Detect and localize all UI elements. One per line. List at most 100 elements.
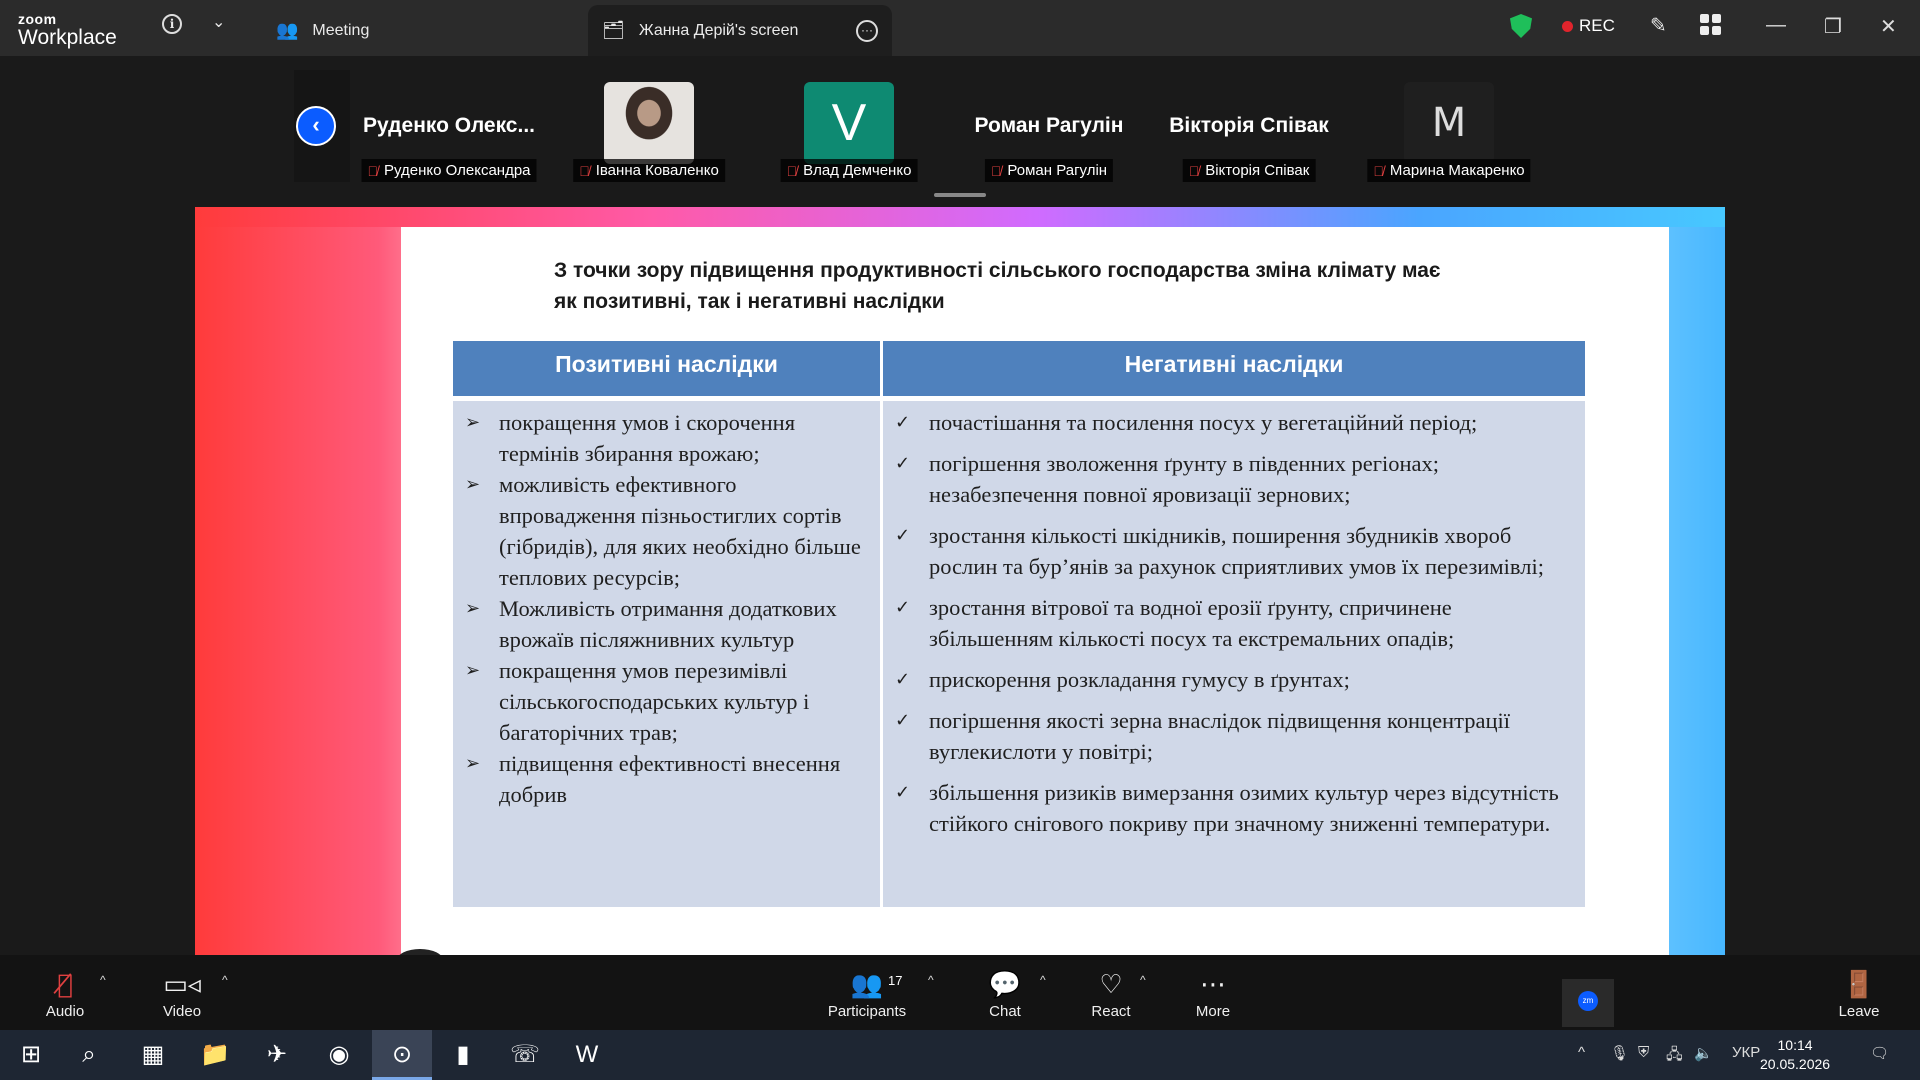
info-icon[interactable]: i: [162, 14, 182, 34]
recording-indicator[interactable]: REC: [1562, 16, 1615, 36]
participant-label: 🎙̸ Руденко Олександра: [361, 159, 537, 182]
chevron-down-icon[interactable]: ⌄: [212, 12, 225, 32]
participant-display-name: Роман Рагулін: [974, 114, 1124, 137]
negative-item-text: погіршення зволоження ґрунту в південних…: [929, 451, 1439, 507]
arrow-bullet-icon: ➢: [465, 598, 481, 619]
annotate-pen-icon[interactable]: ✎: [1650, 13, 1667, 38]
participants-options-chevron-icon[interactable]: ^: [928, 973, 934, 987]
task-view-icon[interactable]: ▦: [136, 1038, 170, 1072]
network-tray-icon[interactable]: 🖧: [1666, 1044, 1683, 1069]
checkmark-bullet-icon: ✓: [895, 782, 911, 803]
more-label: More: [1195, 1003, 1231, 1020]
security-shield-icon[interactable]: [1510, 14, 1532, 38]
arrow-bullet-icon: ➢: [465, 412, 481, 433]
close-icon[interactable]: ✕: [1880, 14, 1897, 39]
minimize-icon[interactable]: —: [1766, 14, 1786, 37]
participant-label: 🎙̸ Влад Демченко: [780, 159, 918, 182]
negative-item-text: почастішання та посилення посух у вегета…: [929, 410, 1478, 435]
arrow-bullet-icon: ➢: [465, 753, 481, 774]
positive-list-item: ➢ можливість ефективного впровадження піз…: [465, 469, 870, 593]
chat-label: Chat: [989, 1003, 1021, 1020]
viber-icon[interactable]: ☏: [508, 1038, 542, 1072]
participant-strip: ‹ Руденко Олекс... 🎙̸ Руденко Олександра …: [294, 70, 1574, 190]
chrome-icon[interactable]: ◉: [322, 1038, 356, 1072]
audio-options-chevron-icon[interactable]: ^: [100, 973, 106, 987]
consequences-table: Позитивні наслідки Негативні наслідки ➢ п…: [453, 341, 1585, 907]
windows-taskbar: ⊞ ⌕ ▦ 📁 ✈ ◉ ⊙ ▮ ☏ W ^ 🎙 ⛨ 🖧 🔈 УКР 10:14 …: [0, 1030, 1920, 1080]
tab-meeting[interactable]: 👥 Meeting: [262, 5, 383, 56]
title-bar: zoom Workplace i ⌄ 👥 Meeting 🗂 Жанна Дер…: [0, 0, 1920, 56]
negative-item-text: прискорення розкладання гумусу в ґрунтах…: [929, 667, 1350, 692]
language-indicator[interactable]: УКР: [1732, 1044, 1760, 1061]
negative-item-text: зростання вітрової та водної ерозії ґрун…: [929, 595, 1455, 651]
checkmark-bullet-icon: ✓: [895, 453, 911, 474]
video-label: Video: [162, 1003, 202, 1020]
more-options-icon[interactable]: ···: [856, 19, 878, 42]
meeting-toolbar: 🎙̸ Audio ^ ▭◃ Video ^ 👥 Participants 17 …: [0, 955, 1920, 1030]
chat-bubble-icon: 💬: [988, 970, 1022, 1000]
positive-item-text: Можливість отримання додаткових врожаїв …: [499, 596, 837, 652]
chat-options-chevron-icon[interactable]: ^: [1040, 973, 1046, 987]
checkmark-bullet-icon: ✓: [895, 669, 911, 690]
chat-button[interactable]: 💬 Chat: [982, 969, 1028, 1020]
strip-previous-button[interactable]: ‹: [296, 106, 336, 146]
telegram-icon[interactable]: ✈: [260, 1038, 294, 1072]
notifications-icon[interactable]: 🗨: [1870, 1044, 1889, 1062]
participant-name: Роман Рагулін: [1007, 162, 1108, 179]
tray-chevron-up-icon[interactable]: ^: [1578, 1044, 1585, 1061]
record-dot-icon: [1562, 20, 1573, 32]
zoom-mini-tile[interactable]: zm: [1562, 979, 1614, 1027]
meeting-icon: 👥: [276, 20, 299, 40]
positive-list-item: ➢ покращення умов і скорочення термінів з…: [465, 407, 870, 469]
negative-list-item: ✓ почастішання та посилення посух у вегет…: [895, 407, 1575, 438]
apps-grid-icon[interactable]: [1700, 14, 1722, 36]
participant-name: Влад Демченко: [803, 162, 912, 179]
participant-label: 🎙̸ Іванна Коваленко: [573, 159, 725, 182]
zoom-taskbar-icon[interactable]: ⊙: [372, 1030, 432, 1080]
leave-button[interactable]: 🚪 Leave: [1836, 969, 1882, 1020]
react-options-chevron-icon[interactable]: ^: [1140, 973, 1146, 987]
slide-title: З точки зору підвищення продуктивності с…: [554, 255, 1554, 317]
negative-list-item: ✓ зростання вітрової та водної ерозії ґру…: [895, 592, 1575, 654]
participant-tile[interactable]: 🎙̸ Іванна Коваленко: [554, 70, 744, 182]
volume-tray-icon[interactable]: 🔈: [1694, 1044, 1713, 1062]
defender-tray-icon[interactable]: ⛨: [1638, 1044, 1649, 1061]
positive-consequences-cell: ➢ покращення умов і скорочення термінів з…: [453, 401, 880, 907]
slide-title-line: як позитивні, так і негативні наслідки: [554, 290, 945, 313]
video-options-chevron-icon[interactable]: ^: [222, 973, 228, 987]
mic-muted-icon: 🎙̸: [1373, 162, 1384, 179]
windows-start-icon[interactable]: ⊞: [14, 1038, 48, 1072]
search-icon[interactable]: ⌕: [72, 1038, 106, 1072]
positive-item-text: покращення умов перезимівлі сільськогосп…: [499, 658, 810, 745]
video-button[interactable]: ▭◃ Video: [158, 969, 206, 1020]
participant-tile[interactable]: Роман Рагулін 🎙̸ Роман Рагулін: [954, 70, 1144, 182]
mic-muted-icon: 🎙̸: [786, 162, 798, 179]
positive-item-text: можливість ефективного впровадження пізн…: [499, 472, 861, 590]
participant-tile[interactable]: Руденко Олекс... 🎙̸ Руденко Олександра: [354, 70, 544, 182]
more-ellipsis-icon: ⋯: [1200, 970, 1226, 1000]
positive-list-item: ➢ підвищення ефективності внесення добри…: [465, 748, 870, 810]
mic-muted-icon: 🎙̸: [1188, 162, 1200, 179]
clock[interactable]: 10:14 20.05.2026: [1760, 1036, 1830, 1074]
tab-shared-screen-label: Жанна Дерій's screen: [638, 21, 799, 39]
more-button[interactable]: ⋯ More: [1190, 969, 1236, 1020]
rec-label: REC: [1579, 16, 1615, 35]
microphone-tray-icon[interactable]: 🎙: [1610, 1044, 1629, 1062]
power-bi-icon[interactable]: ▮: [446, 1038, 480, 1072]
tab-shared-screen[interactable]: 🗂 Жанна Дерій's screen ···: [588, 5, 892, 56]
word-icon[interactable]: W: [570, 1038, 604, 1072]
participant-avatar-logo: M: [1404, 82, 1494, 164]
restore-icon[interactable]: ❐: [1824, 14, 1842, 39]
participant-name: Вікторія Співак: [1205, 162, 1310, 179]
participant-tile[interactable]: Вікторія Співак 🎙̸ Вікторія Співак: [1154, 70, 1344, 182]
arrow-bullet-icon: ➢: [465, 660, 481, 681]
strip-scroll-indicator[interactable]: [934, 193, 986, 197]
participant-tile[interactable]: V 🎙̸ Влад Демченко: [754, 70, 944, 182]
file-explorer-icon[interactable]: 📁: [198, 1038, 232, 1072]
negative-list-item: ✓ погіршення якості зерна внаслідок підви…: [895, 705, 1575, 767]
audio-button[interactable]: 🎙̸ Audio: [42, 969, 88, 1020]
react-button[interactable]: ♡ React: [1088, 969, 1134, 1020]
mic-muted-icon: 🎙̸: [990, 162, 1002, 179]
participant-tile[interactable]: M 🎙̸ Марина Макаренко: [1354, 70, 1544, 182]
participant-display-name: Вікторія Співак: [1169, 114, 1329, 137]
